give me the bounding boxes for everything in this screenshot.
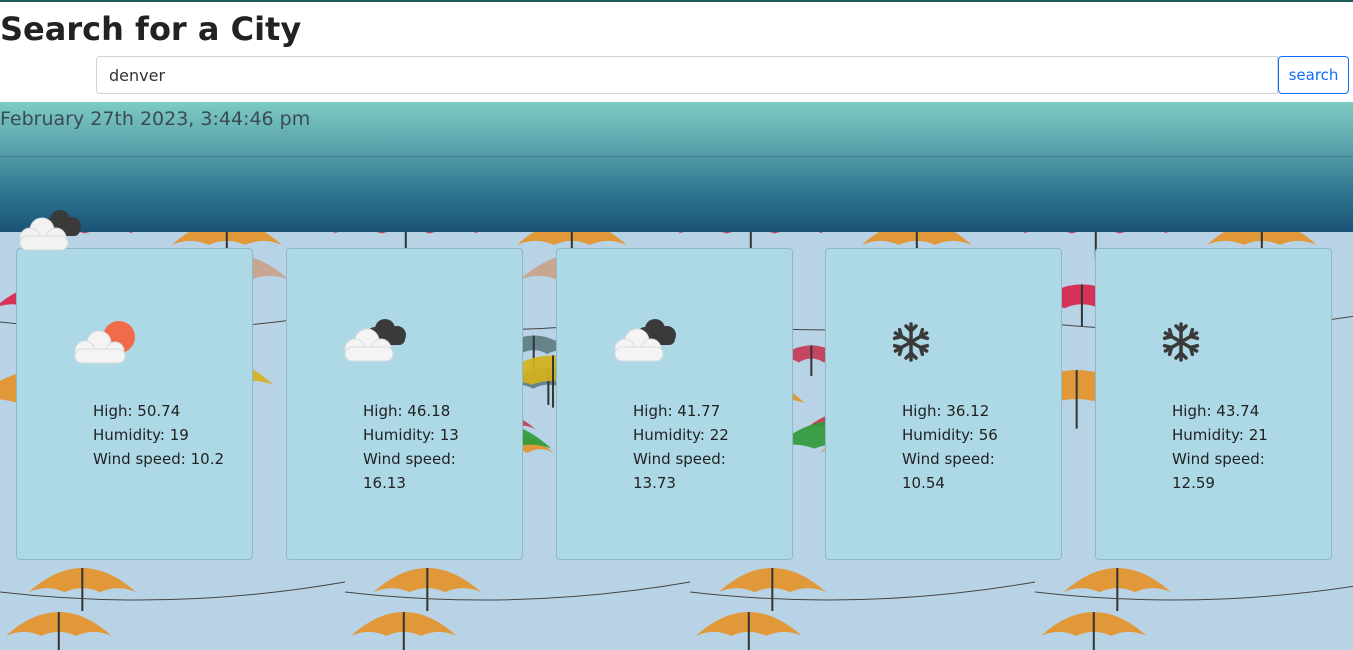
forecast-stats: High: 36.12 Humidity: 56 Wind speed: 10.…	[902, 399, 1042, 495]
forecast-card-4: High: 36.12 Humidity: 56 Wind speed: 10.…	[825, 248, 1062, 560]
top-border	[0, 0, 1353, 2]
humidity: Humidity: 56	[902, 426, 998, 444]
snowflake-icon	[1160, 321, 1202, 368]
humidity: Humidity: 22	[633, 426, 729, 444]
high-temp: High: 36.12	[902, 402, 990, 420]
forecast-stats: High: 41.77 Humidity: 22 Wind speed: 13.…	[633, 399, 773, 495]
header-divider	[0, 156, 1353, 157]
high-temp: High: 43.74	[1172, 402, 1260, 420]
wind-speed: Wind speed: 10.2	[93, 450, 225, 468]
header-band: February 27th 2023, 3:44:46 pm	[0, 102, 1353, 232]
forecast-card-2: High: 46.18 Humidity: 13 Wind speed: 16.…	[286, 248, 523, 560]
humidity: Humidity: 13	[363, 426, 459, 444]
search-input[interactable]	[96, 56, 1278, 94]
page-title: Search for a City	[0, 10, 302, 48]
forecast-card-3: High: 41.77 Humidity: 22 Wind speed: 13.…	[556, 248, 793, 560]
wind-speed: Wind speed: 13.73	[633, 450, 726, 492]
dark-clouds-icon	[609, 317, 681, 370]
current-timestamp: February 27th 2023, 3:44:46 pm	[0, 108, 311, 130]
search-button[interactable]: search	[1278, 56, 1349, 94]
wind-speed: Wind speed: 16.13	[363, 450, 456, 492]
dark-clouds-icon	[339, 317, 411, 370]
partly-cloudy-icon	[69, 317, 139, 370]
snowflake-icon	[890, 321, 932, 368]
high-temp: High: 41.77	[633, 402, 721, 420]
search-bar: search	[96, 56, 1349, 94]
forecast-stats: High: 46.18 Humidity: 13 Wind speed: 16.…	[363, 399, 503, 495]
wind-speed: Wind speed: 12.59	[1172, 450, 1265, 492]
forecast-card-5: High: 43.74 Humidity: 21 Wind speed: 12.…	[1095, 248, 1332, 560]
high-temp: High: 50.74	[93, 402, 181, 420]
forecast-card-1: High: 50.74 Humidity: 19 Wind speed: 10.…	[16, 248, 253, 560]
humidity: Humidity: 19	[93, 426, 189, 444]
dark-clouds-icon	[14, 206, 86, 259]
forecast-stats: High: 43.74 Humidity: 21 Wind speed: 12.…	[1172, 399, 1312, 495]
high-temp: High: 46.18	[363, 402, 451, 420]
wind-speed: Wind speed: 10.54	[902, 450, 995, 492]
humidity: Humidity: 21	[1172, 426, 1268, 444]
forecast-stats: High: 50.74 Humidity: 19 Wind speed: 10.…	[93, 399, 233, 471]
